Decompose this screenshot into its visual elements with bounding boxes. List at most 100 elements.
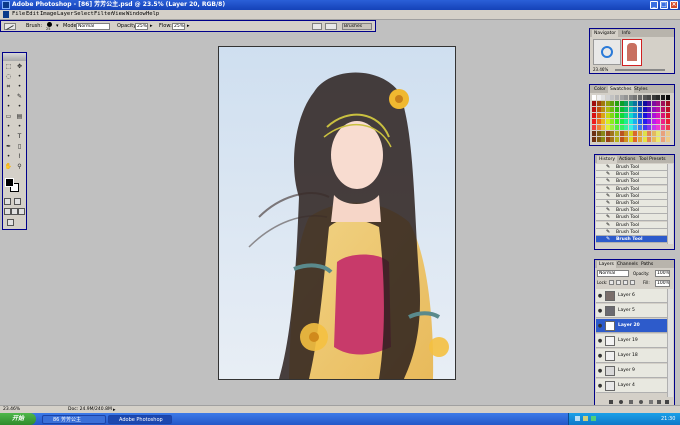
canvas-artwork[interactable]	[218, 46, 456, 380]
blend-mode-select[interactable]: Normal	[597, 270, 629, 277]
fill-input[interactable]: 100%	[655, 280, 670, 287]
layer-row[interactable]: ● Layer 6	[596, 289, 668, 303]
color-swatch[interactable]	[592, 137, 596, 142]
color-swatch[interactable]	[647, 119, 652, 124]
color-swatch[interactable]	[638, 101, 642, 106]
foreground-color-swatch[interactable]	[5, 178, 14, 187]
color-swatch[interactable]	[601, 125, 606, 130]
color-swatch[interactable]	[601, 113, 606, 118]
color-swatch[interactable]	[638, 137, 642, 142]
tool-brush[interactable]: ✎	[15, 92, 24, 101]
color-swatch[interactable]	[619, 107, 624, 112]
color-swatch[interactable]	[633, 95, 638, 100]
color-swatch[interactable]	[651, 113, 656, 118]
layer-row[interactable]: ● Layer 4	[596, 379, 668, 393]
layers-opacity-input[interactable]: 100%	[655, 270, 670, 277]
color-swatch[interactable]	[665, 101, 670, 106]
airbrush-button[interactable]	[312, 23, 322, 30]
color-swatch[interactable]	[619, 125, 624, 130]
color-swatch[interactable]	[624, 95, 629, 100]
tool-clone-stamp[interactable]: •	[4, 102, 13, 111]
color-swatch[interactable]	[601, 107, 606, 112]
color-swatch[interactable]	[665, 113, 670, 118]
color-swatch[interactable]	[647, 107, 652, 112]
color-swatch[interactable]	[610, 131, 615, 136]
color-swatch[interactable]	[596, 131, 601, 136]
color-swatch[interactable]	[633, 119, 638, 124]
color-swatch[interactable]	[656, 101, 661, 106]
color-swatch[interactable]	[592, 119, 596, 124]
color-swatch[interactable]	[592, 101, 596, 106]
tool-preset-picker[interactable]	[4, 23, 16, 30]
color-swatch[interactable]	[647, 101, 652, 106]
color-swatch[interactable]	[656, 131, 661, 136]
color-swatch[interactable]	[651, 125, 656, 130]
color-swatch[interactable]	[665, 95, 670, 100]
color-swatch[interactable]	[596, 95, 601, 100]
tab-layers[interactable]: Layers	[597, 261, 616, 268]
color-swatch[interactable]	[628, 95, 633, 100]
color-swatch[interactable]	[628, 119, 633, 124]
tab-paths[interactable]: Paths	[639, 261, 655, 268]
history-item[interactable]: ✎ Brush Tool	[596, 185, 668, 193]
lock-all-button[interactable]	[630, 280, 635, 285]
opacity-slider-arrow[interactable]: ▸	[150, 23, 153, 30]
history-item[interactable]: ✎ Brush Tool	[596, 171, 668, 179]
screen-mode-fullscreen-button[interactable]	[18, 208, 25, 215]
color-swatch[interactable]	[656, 95, 661, 100]
color-swatch[interactable]	[624, 119, 629, 124]
menu-image[interactable]: Image	[40, 10, 57, 19]
tool-crop[interactable]: ⌗	[4, 82, 13, 91]
tab-actions[interactable]: Actions	[617, 156, 637, 163]
layer-mask-icon[interactable]	[629, 400, 633, 404]
tool-eyedropper[interactable]: ⌇	[15, 152, 24, 161]
color-swatch[interactable]	[628, 125, 633, 130]
tool-marquee[interactable]: ⬚	[4, 62, 13, 71]
color-swatch[interactable]	[651, 95, 656, 100]
color-swatch[interactable]	[610, 113, 615, 118]
eye-icon[interactable]: ●	[597, 338, 603, 344]
brush-preset-picker[interactable]: 25	[45, 22, 55, 31]
color-swatch[interactable]	[615, 125, 619, 130]
color-swatch[interactable]	[610, 95, 615, 100]
mode-select[interactable]: Normal	[76, 23, 110, 30]
color-swatch[interactable]	[638, 113, 642, 118]
color-swatch[interactable]	[661, 95, 665, 100]
menu-file[interactable]: File	[12, 10, 25, 19]
color-swatch[interactable]	[619, 137, 624, 142]
color-swatch[interactable]	[605, 137, 610, 142]
lock-image-button[interactable]	[616, 280, 621, 285]
color-swatch[interactable]	[638, 131, 642, 136]
tool-magic-wand[interactable]: •	[15, 72, 24, 81]
layer-row[interactable]: ● Layer 19	[596, 334, 668, 348]
color-swatch[interactable]	[661, 107, 665, 112]
new-group-icon[interactable]	[649, 400, 653, 404]
jump-to-imageready-button[interactable]	[7, 219, 14, 226]
tool-type[interactable]: T	[15, 132, 24, 141]
history-item[interactable]: ✎ Brush Tool	[596, 164, 668, 171]
menu-window[interactable]: Window	[126, 10, 146, 19]
color-swatch[interactable]	[665, 131, 670, 136]
color-swatch[interactable]	[633, 113, 638, 118]
color-swatch[interactable]	[624, 101, 629, 106]
history-item[interactable]: ✎ Brush Tool	[596, 207, 668, 215]
layer-row[interactable]: ● Layer 18	[596, 349, 668, 363]
quick-mask-off-button[interactable]	[4, 198, 11, 205]
color-swatch[interactable]	[633, 137, 638, 142]
navigator-zoom-slider[interactable]	[615, 69, 665, 71]
tab-styles[interactable]: Styles	[632, 86, 650, 93]
color-swatch[interactable]	[633, 101, 638, 106]
chevron-down-icon[interactable]: ▾	[56, 23, 59, 30]
color-swatch[interactable]	[638, 107, 642, 112]
tool-zoom[interactable]: ⚲	[15, 162, 24, 171]
layer-style-icon[interactable]	[619, 400, 623, 404]
adjustment-layer-icon[interactable]	[639, 400, 643, 404]
tab-navigator[interactable]: Navigator	[592, 30, 619, 37]
history-item[interactable]: ✎ Brush Tool	[596, 200, 668, 207]
tray-icon[interactable]	[583, 416, 588, 421]
color-swatch[interactable]	[619, 131, 624, 136]
color-swatch[interactable]	[661, 131, 665, 136]
color-swatch[interactable]	[651, 137, 656, 142]
tab-history[interactable]: History	[597, 156, 618, 163]
tool-eraser[interactable]: ▭	[4, 112, 13, 121]
